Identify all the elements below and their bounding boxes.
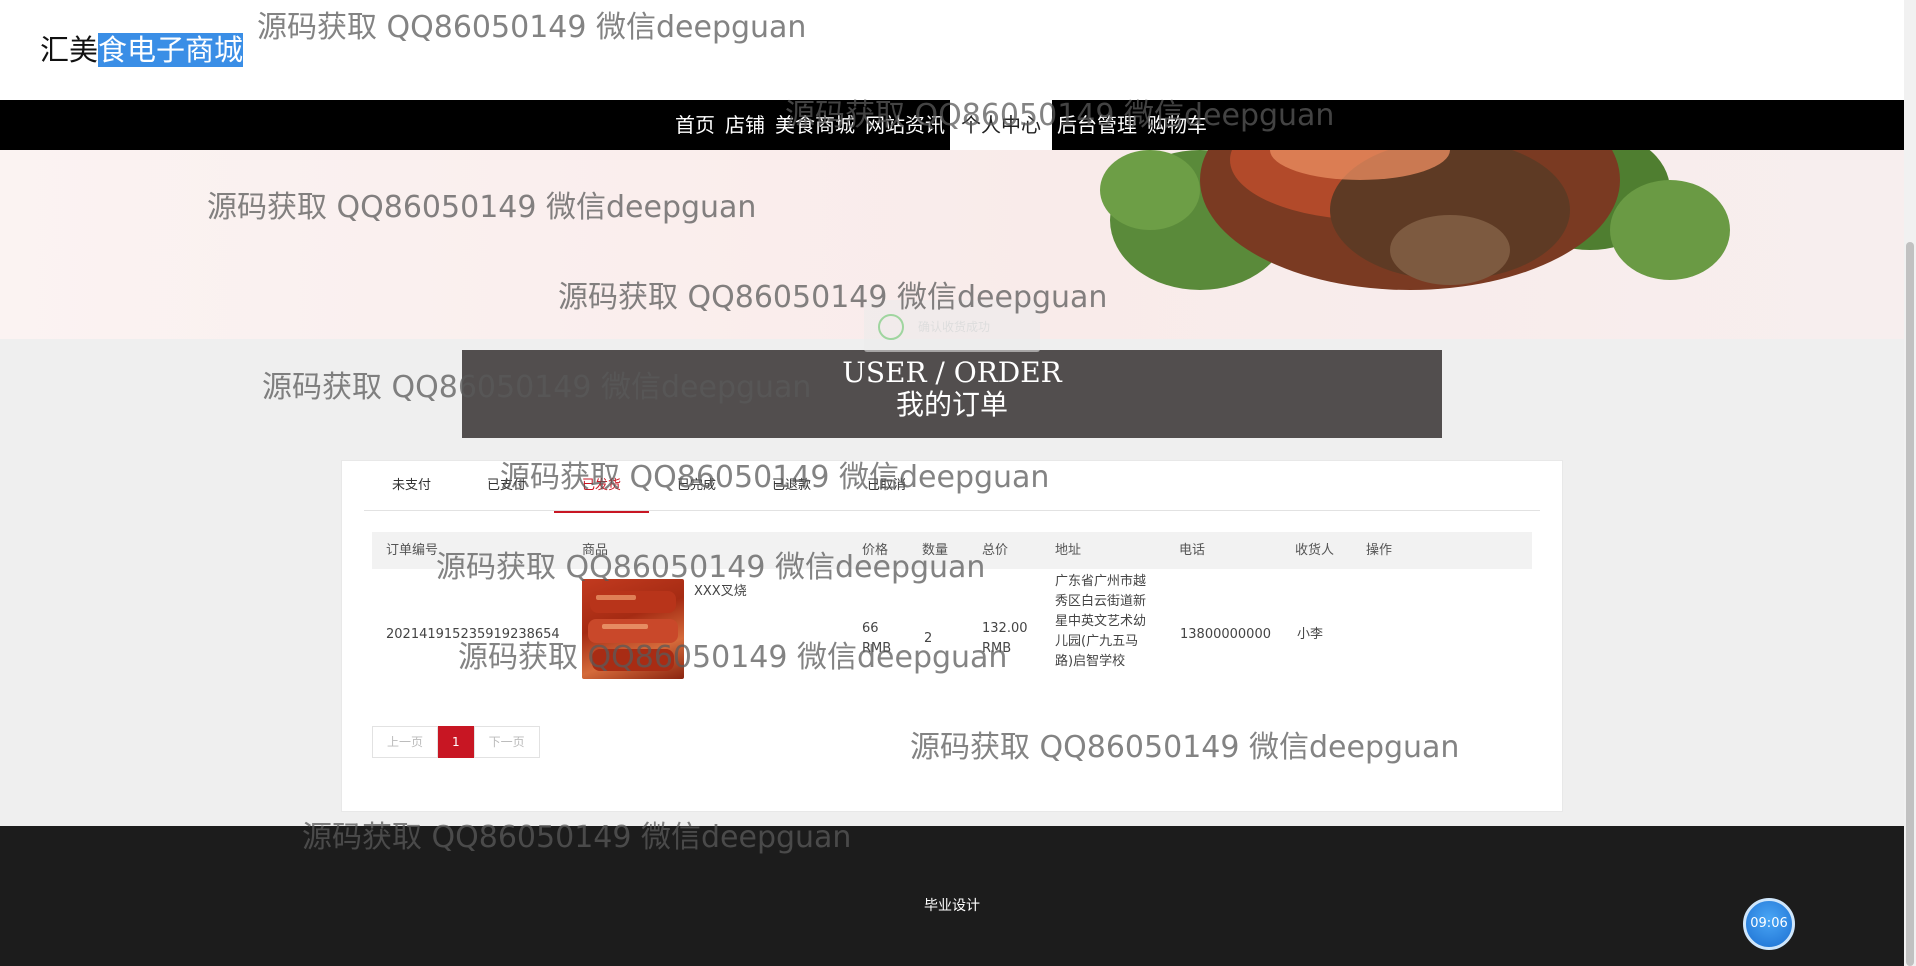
main-nav: 首页 店铺 美食商城 网站资讯 个人中心 后台管理 购物车 (0, 100, 1904, 150)
smile-icon (878, 314, 904, 340)
col-qty: 数量 (922, 543, 949, 558)
order-total: 132.00 RMB (982, 621, 1028, 656)
next-page-button[interactable]: 下一页 (473, 726, 540, 758)
logo-text-2-selected: 食电子商城 (98, 33, 244, 67)
tab-cancelled[interactable]: 已取消 (839, 469, 934, 511)
page-1-button[interactable]: 1 (438, 726, 474, 758)
col-total: 总价 (982, 543, 1009, 558)
tab-completed[interactable]: 已完成 (649, 469, 744, 511)
table-row: 20214191523591923865​4 XXX叉烧 66 RMB 2 13… (372, 569, 1532, 705)
vertical-scrollbar[interactable] (1904, 0, 1916, 966)
success-toast: 确认收货成功 (864, 300, 1040, 352)
order-qty: 2 (924, 631, 933, 646)
prev-page-button[interactable]: 上一页 (372, 726, 439, 758)
tab-refunded[interactable]: 已退款 (744, 469, 839, 511)
order-status-tabs: 未支付 已支付 已发货 已完成 已退款 已取消 (364, 469, 1540, 513)
col-order-id: 订单编号 (386, 543, 439, 558)
scrollbar-thumb[interactable] (1906, 242, 1914, 966)
site-logo[interactable]: 汇美食电子商城 (40, 30, 244, 70)
nav-home[interactable]: 首页 (670, 100, 720, 150)
nav-admin[interactable]: 后台管理 (1052, 100, 1142, 150)
col-address: 地址 (1055, 543, 1082, 558)
order-address: 广东省广州市越秀区白云街道新星中英文艺术幼儿园(广九五马路)启智学校 (1055, 574, 1147, 669)
order-id: 20214191523591923865​4 (386, 627, 560, 642)
logo-text-1: 汇美 (40, 33, 99, 67)
banner-food-image (1100, 150, 1730, 290)
col-product: 商品 (582, 543, 609, 558)
page-title-box: USER / ORDER 我的订单 (462, 350, 1442, 438)
footer: 毕业设计 (0, 826, 1904, 966)
product-name[interactable]: XXX叉烧 (694, 582, 747, 602)
tab-shipped[interactable]: 已发货 (554, 469, 649, 513)
nav-cart[interactable]: 购物车 (1142, 100, 1212, 150)
tab-unpaid[interactable]: 未支付 (364, 469, 459, 511)
page-title-cn: 我的订单 (895, 388, 1008, 421)
order-phone: 13800000000 (1180, 627, 1271, 642)
product-image[interactable] (582, 579, 684, 679)
nav-user-center[interactable]: 个人中心 (950, 100, 1052, 150)
clock-widget[interactable]: 09:06 (1743, 898, 1795, 950)
nav-shops[interactable]: 店铺 (720, 100, 770, 150)
col-action: 操作 (1366, 543, 1393, 558)
table-header: 订单编号 商品 价格 数量 总价 地址 电话 收货人 操作 (372, 532, 1532, 569)
header: 汇美食电子商城 (0, 0, 1904, 100)
col-price: 价格 (862, 543, 889, 558)
orders-panel: 未支付 已支付 已发货 已完成 已退款 已取消 订单编号 商品 价格 数量 总价… (341, 460, 1563, 812)
toast-text: 确认收货成功 (918, 320, 991, 334)
pagination: 上一页 1 下一页 (372, 726, 540, 758)
nav-food-mall[interactable]: 美食商城 (770, 100, 860, 150)
order-receiver: 小李 (1297, 627, 1324, 642)
col-receiver: 收货人 (1295, 543, 1335, 558)
page-title-en: USER / ORDER (842, 356, 1062, 389)
order-price: 66 RMB (862, 621, 892, 656)
col-phone: 电话 (1179, 543, 1206, 558)
page: 汇美食电子商城 首页 店铺 美食商城 网站资讯 个人中心 后台管理 购物车 US… (0, 0, 1904, 966)
tab-paid[interactable]: 已支付 (459, 469, 554, 511)
footer-text: 毕业设计 (924, 898, 980, 914)
nav-news[interactable]: 网站资讯 (860, 100, 950, 150)
